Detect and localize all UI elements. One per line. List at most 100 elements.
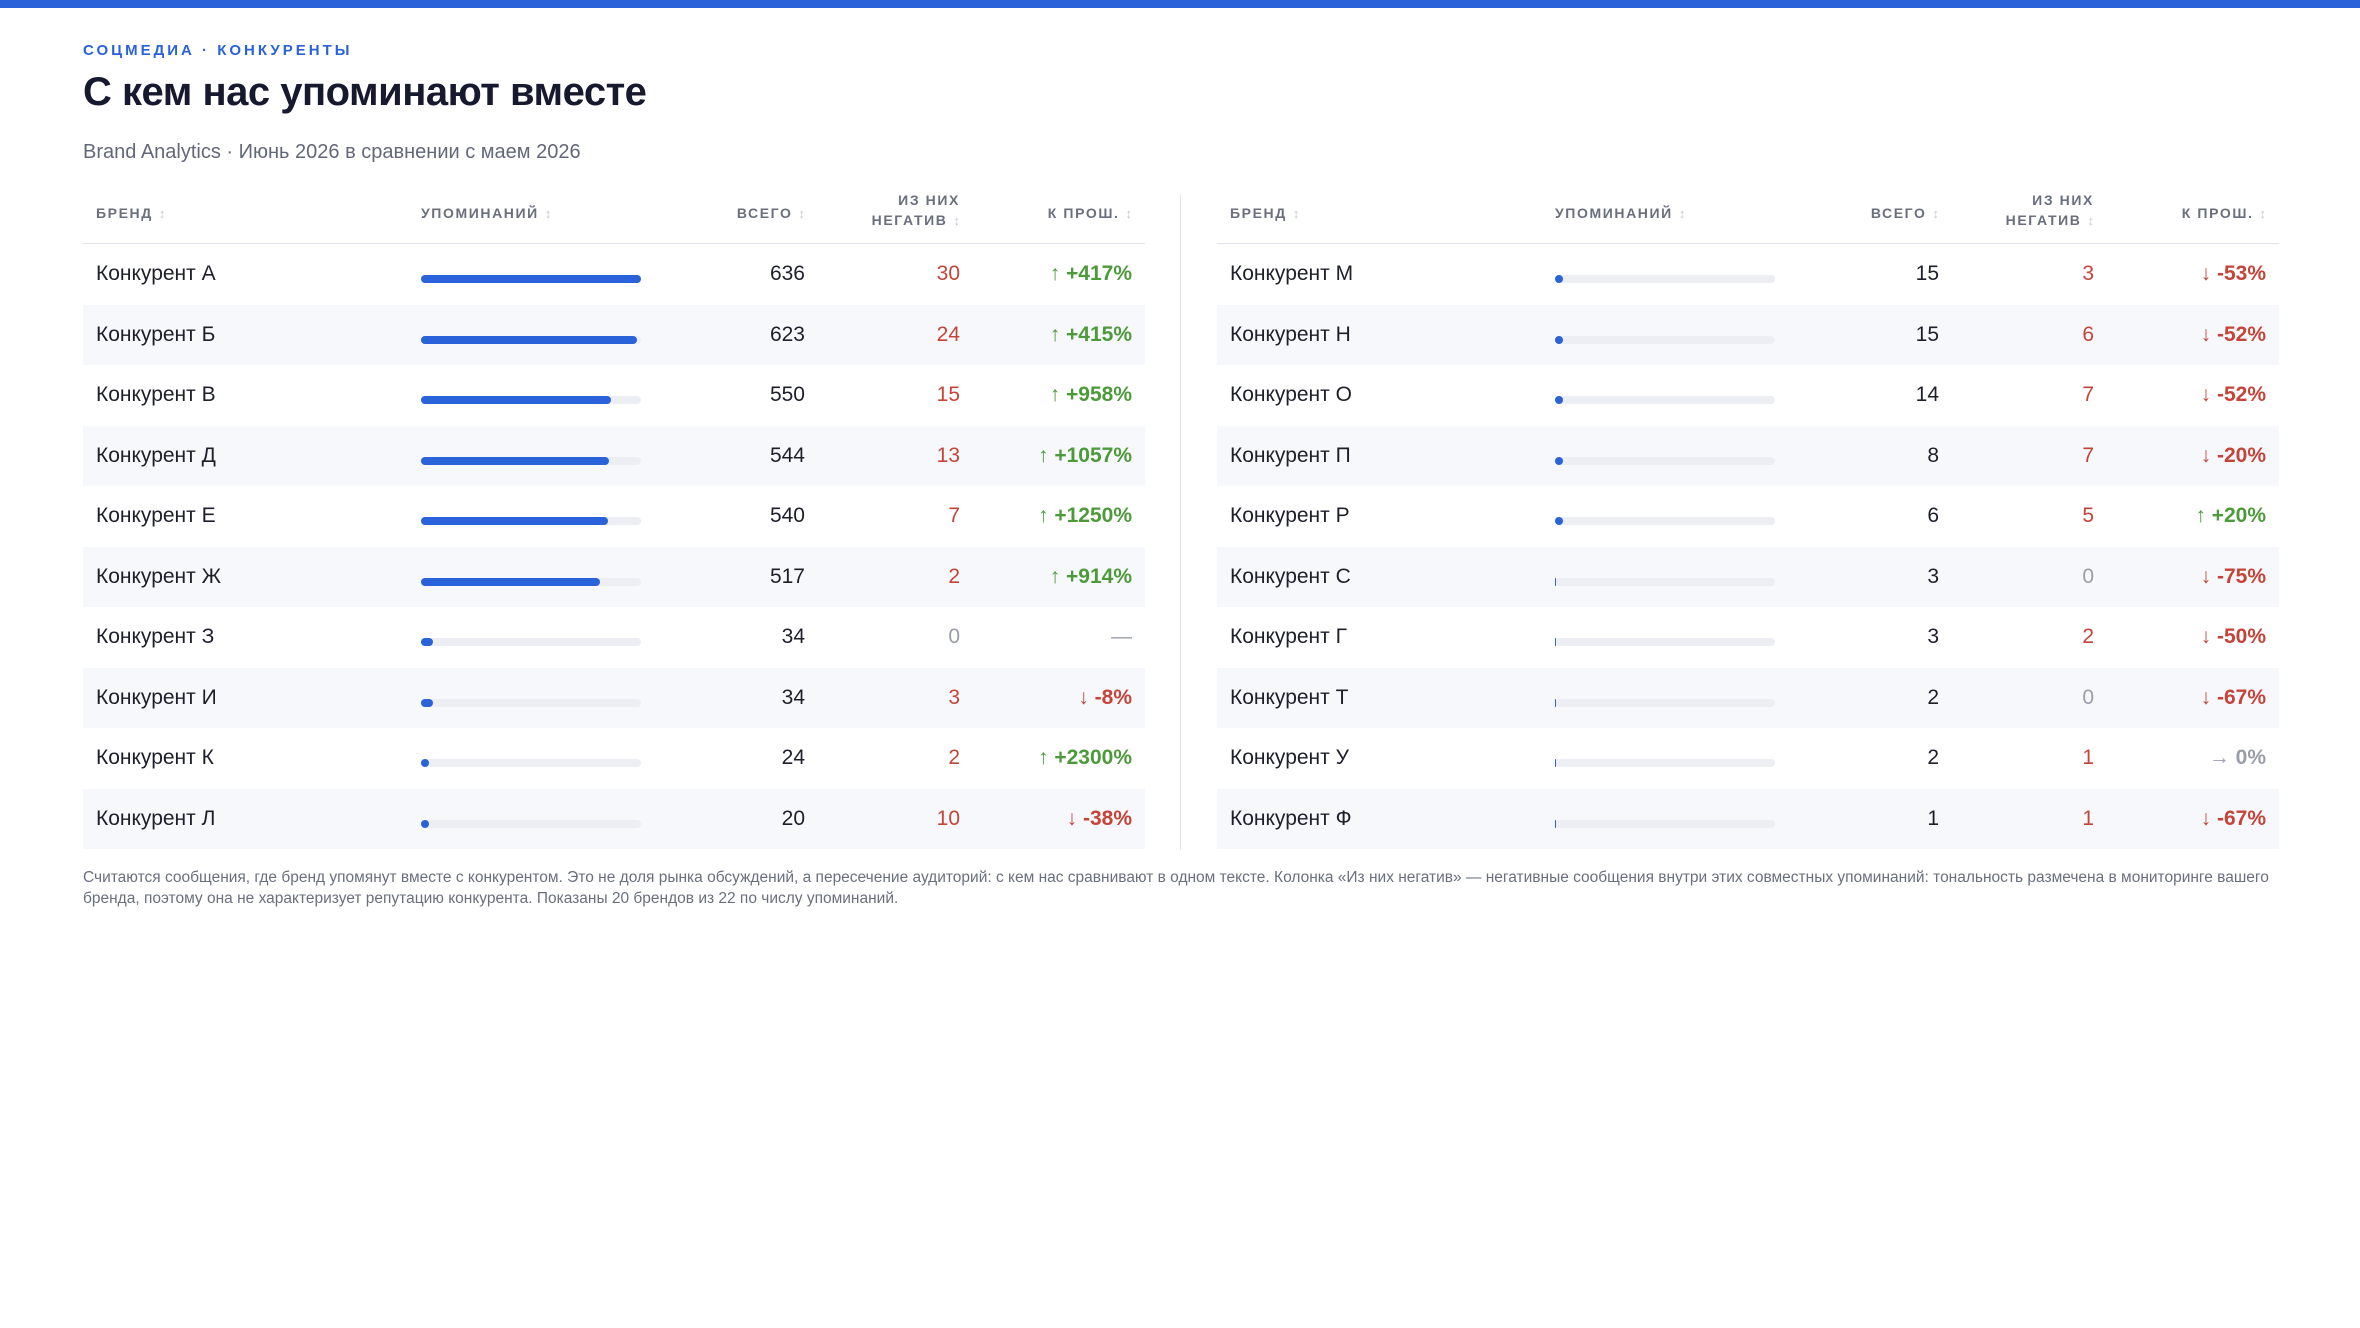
mentions-bar-fill [421, 638, 433, 646]
column-header-brand[interactable]: БРЕНД ↕ [1230, 203, 1299, 224]
column-header-change[interactable]: К ПРОШ. ↕ [1048, 203, 1132, 224]
brand-name: Конкурент П [1230, 443, 1351, 467]
mentions-bar [421, 396, 641, 404]
table-row[interactable]: Конкурент Л 20 10 ↓ -38% [83, 788, 1145, 849]
sort-icon: ↕ [798, 206, 806, 221]
brand-name: Конкурент Ж [96, 564, 221, 588]
brand-name: Конкурент Г [1230, 625, 1347, 648]
mentions-bar [421, 275, 641, 283]
page-subtitle: Brand Analytics · Июнь 2026 в сравнении … [83, 141, 581, 163]
brand-name: Конкурент И [96, 685, 217, 709]
brand-name: Конкурент У [1230, 746, 1349, 769]
brand-name: Конкурент О [1230, 383, 1352, 406]
brand-name: Конкурент З [96, 625, 215, 648]
table-row[interactable]: Конкурент С 3 0 ↓ -75% [1217, 546, 2279, 607]
column-header-total[interactable]: ВСЕГО ↕ [1871, 203, 1939, 224]
change-vs-previous: ↓ -20% [2200, 443, 2266, 467]
change-vs-previous: ↓ -75% [2200, 564, 2266, 588]
page-title: С кем нас упоминают вместе [83, 70, 647, 114]
table-body: Конкурент М 15 3 ↓ -53% Конкурент Н 15 6 ↓ -52%… [1217, 244, 2279, 849]
table-body: Конкурент А 636 30 ↑ +417% Конкурент Б 623 24 ↑… [83, 244, 1145, 849]
column-header-mentions[interactable]: УПОМИНАНИЙ ↕ [421, 203, 551, 224]
mentions-bar [1555, 638, 1775, 646]
negative-mentions: 24 [936, 322, 960, 346]
table-row[interactable]: Конкурент Р 6 5 ↑ +20% [1217, 486, 2279, 547]
column-header-mentions[interactable]: УПОМИНАНИЙ ↕ [1555, 203, 1685, 224]
sort-icon: ↕ [158, 206, 166, 221]
total-mentions: 517 [769, 564, 805, 588]
table-row[interactable]: Конкурент К 24 2 ↑ +2300% [83, 728, 1145, 789]
brand-name: Конкурент Л [96, 806, 216, 830]
mentions-bar-fill [1555, 335, 1563, 344]
brand-name: Конкурент А [96, 262, 216, 285]
mentions-bar [1555, 698, 1775, 707]
column-header-negative[interactable]: ИЗ НИХ НЕГАТИВ ↕ [2006, 190, 2094, 231]
section-eyebrow: СОЦМЕДИА · КОНКУРЕНТЫ [83, 42, 353, 59]
negative-mentions: 13 [936, 443, 960, 467]
change-vs-previous: ↓ -52% [2200, 383, 2266, 406]
negative-mentions: 1 [2082, 746, 2094, 769]
column-header-brand[interactable]: БРЕНД ↕ [96, 203, 165, 224]
table-row[interactable]: Конкурент Т 2 0 ↓ -67% [1217, 667, 2279, 728]
mentions-bar-fill [1555, 759, 1556, 767]
table-row[interactable]: Конкурент Н 15 6 ↓ -52% [1217, 304, 2279, 365]
table-row[interactable]: Конкурент А 636 30 ↑ +417% [83, 244, 1145, 305]
negative-mentions: 2 [948, 746, 960, 769]
mentions-bar [1555, 517, 1775, 525]
mentions-bar [421, 819, 641, 828]
top-accent-bar [0, 0, 2360, 8]
negative-mentions: 6 [2082, 322, 2094, 346]
table-row[interactable]: Конкурент М 15 3 ↓ -53% [1217, 244, 2279, 305]
total-mentions: 623 [769, 322, 805, 346]
total-mentions: 6 [1927, 504, 1939, 527]
sort-icon: ↕ [1678, 206, 1686, 221]
table-row[interactable]: Конкурент О 14 7 ↓ -52% [1217, 365, 2279, 426]
sort-icon: ↕ [1932, 206, 1940, 221]
total-mentions: 15 [1915, 262, 1939, 285]
total-mentions: 34 [781, 625, 805, 648]
table-row[interactable]: Конкурент Ф 1 1 ↓ -67% [1217, 788, 2279, 849]
table-row[interactable]: Конкурент З 34 0 — [83, 607, 1145, 668]
mentions-bar-fill [1555, 698, 1556, 707]
negative-mentions: 0 [948, 625, 960, 648]
mentions-bar [421, 698, 641, 707]
column-header-total[interactable]: ВСЕГО ↕ [737, 203, 805, 224]
tables-divider [1180, 194, 1181, 850]
negative-mentions: 10 [936, 806, 960, 830]
total-mentions: 550 [769, 383, 805, 406]
total-mentions: 540 [769, 504, 805, 527]
change-vs-previous: — [1111, 625, 1132, 648]
mentions-bar-fill [1555, 396, 1563, 404]
table-row[interactable]: Конкурент Г 3 2 ↓ -50% [1217, 607, 2279, 668]
brand-name: Конкурент Ф [1230, 806, 1352, 830]
negative-mentions: 5 [2082, 504, 2094, 527]
mentions-bar-fill [421, 759, 430, 767]
sort-icon: ↕ [1125, 206, 1133, 221]
sort-icon: ↕ [544, 206, 552, 221]
mentions-bar [421, 577, 641, 586]
table-row[interactable]: Конкурент Е 540 7 ↑ +1250% [83, 486, 1145, 547]
brand-name: Конкурент С [1230, 564, 1351, 588]
change-vs-previous: ↑ +1057% [1038, 443, 1132, 467]
table-row[interactable]: Конкурент И 34 3 ↓ -8% [83, 667, 1145, 728]
table-row[interactable]: Конкурент П 8 7 ↓ -20% [1217, 425, 2279, 486]
table-row[interactable]: Конкурент В 550 15 ↑ +958% [83, 365, 1145, 426]
table-row[interactable]: Конкурент У 2 1 → 0% [1217, 728, 2279, 789]
table-row[interactable]: Конкурент Б 623 24 ↑ +415% [83, 304, 1145, 365]
total-mentions: 3 [1927, 625, 1939, 648]
mentions-bar [1555, 456, 1775, 465]
table-row[interactable]: Конкурент Д 544 13 ↑ +1057% [83, 425, 1145, 486]
sort-icon: ↕ [2087, 213, 2095, 228]
change-vs-previous: ↓ -8% [1078, 685, 1132, 709]
table-row[interactable]: Конкурент Ж 517 2 ↑ +914% [83, 546, 1145, 607]
mentions-bar-fill [421, 698, 433, 707]
change-vs-previous: ↑ +1250% [1038, 504, 1132, 527]
change-vs-previous: ↑ +20% [2195, 504, 2266, 527]
column-header-change[interactable]: К ПРОШ. ↕ [2182, 203, 2266, 224]
column-header-negative[interactable]: ИЗ НИХ НЕГАТИВ ↕ [872, 190, 960, 231]
negative-mentions: 0 [2082, 564, 2094, 588]
total-mentions: 544 [769, 443, 805, 467]
brand-name: Конкурент Т [1230, 685, 1349, 709]
sort-icon: ↕ [953, 213, 961, 228]
negative-mentions: 2 [948, 564, 960, 588]
